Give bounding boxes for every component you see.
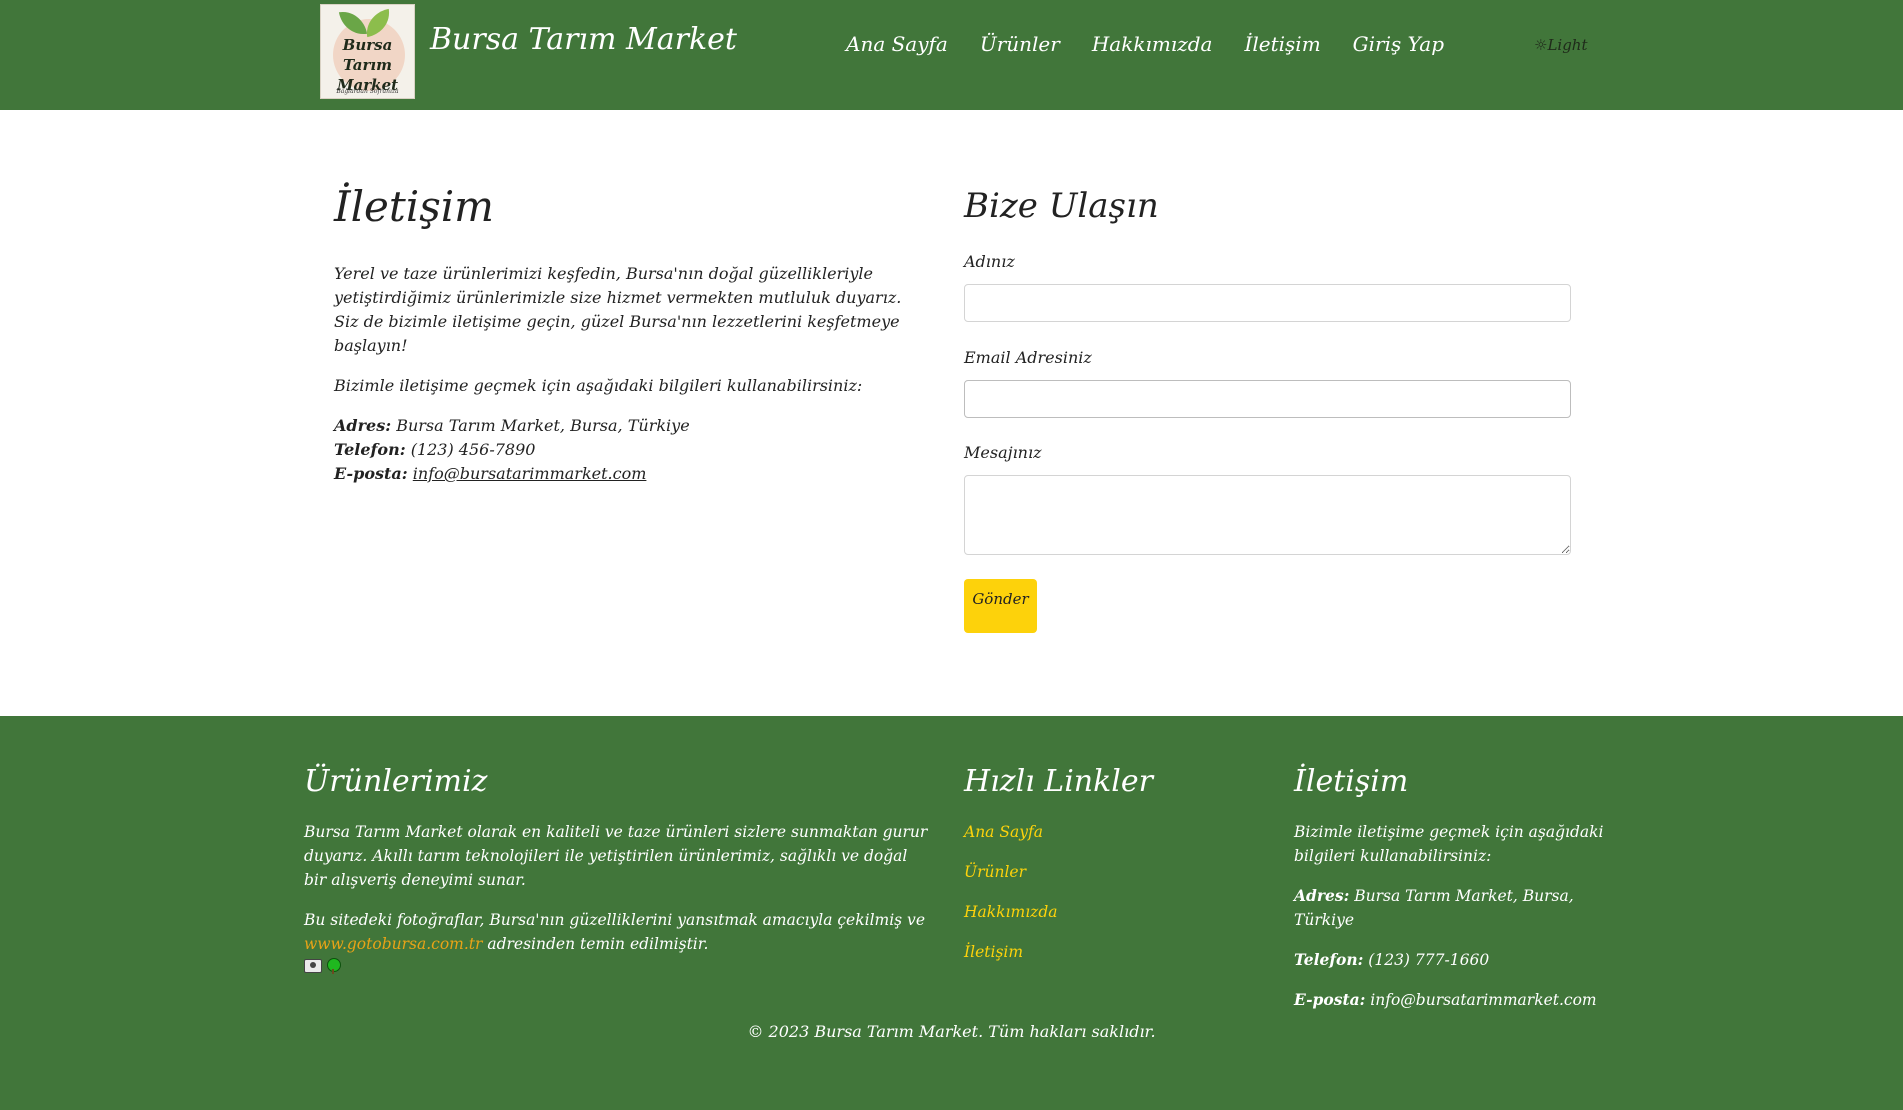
theme-toggle[interactable]: ☼Light xyxy=(1534,36,1588,54)
footer-email-label: E-posta: xyxy=(1294,990,1366,1009)
form-title: Bize Ulaşın xyxy=(964,186,1159,226)
address-line: Adres: Bursa Tarım Market, Bursa, Türkiy… xyxy=(334,414,914,438)
phone-label: Telefon: xyxy=(334,440,406,459)
logo-tagline: Bağlardan Sofranıza xyxy=(336,88,399,95)
footer-icons xyxy=(304,956,934,974)
page-title: İletişim xyxy=(334,182,495,231)
tree-icon xyxy=(326,958,341,974)
submit-button[interactable]: Gönder xyxy=(964,579,1037,633)
camera-icon xyxy=(304,959,322,973)
address-value: Bursa Tarım Market, Bursa, Türkiye xyxy=(391,416,690,435)
quick-link-item: Ürünler xyxy=(964,860,1264,884)
logo-text: Bursa Tarım Market xyxy=(336,36,399,94)
contact-form: Bize Ulaşın Adınız Email Adresiniz Mesaj… xyxy=(964,180,1571,633)
message-field[interactable] xyxy=(964,475,1571,555)
quick-link-about[interactable]: Hakkımızda xyxy=(964,903,1057,921)
intro-text: Yerel ve taze ürünlerimizi keşfedin, Bur… xyxy=(334,264,902,355)
footer-phone-label: Telefon: xyxy=(1294,950,1364,969)
address-label: Adres: xyxy=(334,416,392,435)
quick-link-home[interactable]: Ana Sayfa xyxy=(964,823,1043,841)
copyright: © 2023 Bursa Tarım Market. Tüm hakları s… xyxy=(747,1022,1156,1041)
quick-link-item: Ana Sayfa xyxy=(964,820,1264,844)
footer-contact-intro: Bizimle iletişime geçmek için aşağıdaki … xyxy=(1294,823,1604,865)
photo-credit-prefix: Bu sitedeki fotoğraflar, Bursa'nın güzel… xyxy=(304,911,925,929)
quick-link-item: İletişim xyxy=(964,940,1264,964)
nav-about[interactable]: Hakkımızda xyxy=(1092,32,1213,56)
footer-phone-value: (123) 777-1660 xyxy=(1363,951,1490,969)
email-link[interactable]: info@bursatarimmarket.com xyxy=(413,464,647,483)
email-label: E-posta: xyxy=(334,464,408,483)
footer-contact-column: İletişim Bizimle iletişime geçmek için a… xyxy=(1294,760,1614,1012)
site-header: Bursa Tarım Market Bağlardan Sofranıza B… xyxy=(0,0,1903,110)
quick-links: Ana Sayfa Ürünler Hakkımızda İletişim xyxy=(964,820,1264,964)
photo-credit-link[interactable]: www.gotobursa.com.tr xyxy=(304,935,482,953)
footer-products-title: Ürünlerimiz xyxy=(304,764,488,799)
footer-address: Adres: Bursa Tarım Market, Bursa, Türkiy… xyxy=(1294,884,1614,932)
footer-products-text: Bursa Tarım Market olarak en kaliteli ve… xyxy=(304,823,928,889)
main-nav: Ana Sayfa Ürünler Hakkımızda İletişim Gi… xyxy=(846,32,1444,56)
footer-products-column: Ürünlerimiz Bursa Tarım Market olarak en… xyxy=(304,760,934,974)
nav-contact[interactable]: İletişim xyxy=(1244,32,1320,56)
nav-products[interactable]: Ürünler xyxy=(980,32,1060,56)
footer-email-value: info@bursatarimmarket.com xyxy=(1365,991,1597,1009)
nav-home[interactable]: Ana Sayfa xyxy=(846,32,948,56)
nav-login[interactable]: Giriş Yap xyxy=(1353,32,1444,56)
brand-name[interactable]: Bursa Tarım Market xyxy=(430,22,737,57)
footer-address-label: Adres: xyxy=(1294,886,1350,905)
footer-quick-title: Hızlı Linkler xyxy=(964,764,1153,799)
name-label: Adınız xyxy=(964,252,1015,271)
footer-email: E-posta: info@bursatarimmarket.com xyxy=(1294,988,1614,1012)
email-field[interactable] xyxy=(964,380,1571,418)
quick-link-products[interactable]: Ürünler xyxy=(964,863,1026,881)
email-line: E-posta: info@bursatarimmarket.com xyxy=(334,462,914,486)
quick-link-contact[interactable]: İletişim xyxy=(964,943,1023,961)
photo-credit: Bu sitedeki fotoğraflar, Bursa'nın güzel… xyxy=(304,908,934,956)
quick-link-item: Hakkımızda xyxy=(964,900,1264,924)
footer-contact-title: İletişim xyxy=(1294,764,1409,799)
message-label: Mesajınız xyxy=(964,443,1042,462)
footer-phone: Telefon: (123) 777-1660 xyxy=(1294,948,1614,972)
photo-credit-suffix: adresinden temin edilmiştir. xyxy=(482,935,709,953)
phone-value: (123) 456-7890 xyxy=(405,440,536,459)
email-field-label: Email Adresiniz xyxy=(964,348,1092,367)
contact-info-section: İletişim Yerel ve taze ürünlerimizi keşf… xyxy=(334,180,914,486)
name-field[interactable] xyxy=(964,284,1571,322)
logo[interactable]: Bursa Tarım Market Bağlardan Sofranıza xyxy=(320,4,415,99)
phone-line: Telefon: (123) 456-7890 xyxy=(334,438,914,462)
contact-details: Adres: Bursa Tarım Market, Bursa, Türkiy… xyxy=(334,414,914,486)
footer-quick-links-column: Hızlı Linkler Ana Sayfa Ürünler Hakkımız… xyxy=(964,760,1264,980)
site-footer: Ürünlerimiz Bursa Tarım Market olarak en… xyxy=(0,716,1903,1110)
contact-sub-text: Bizimle iletişime geçmek için aşağıdaki … xyxy=(334,376,863,395)
